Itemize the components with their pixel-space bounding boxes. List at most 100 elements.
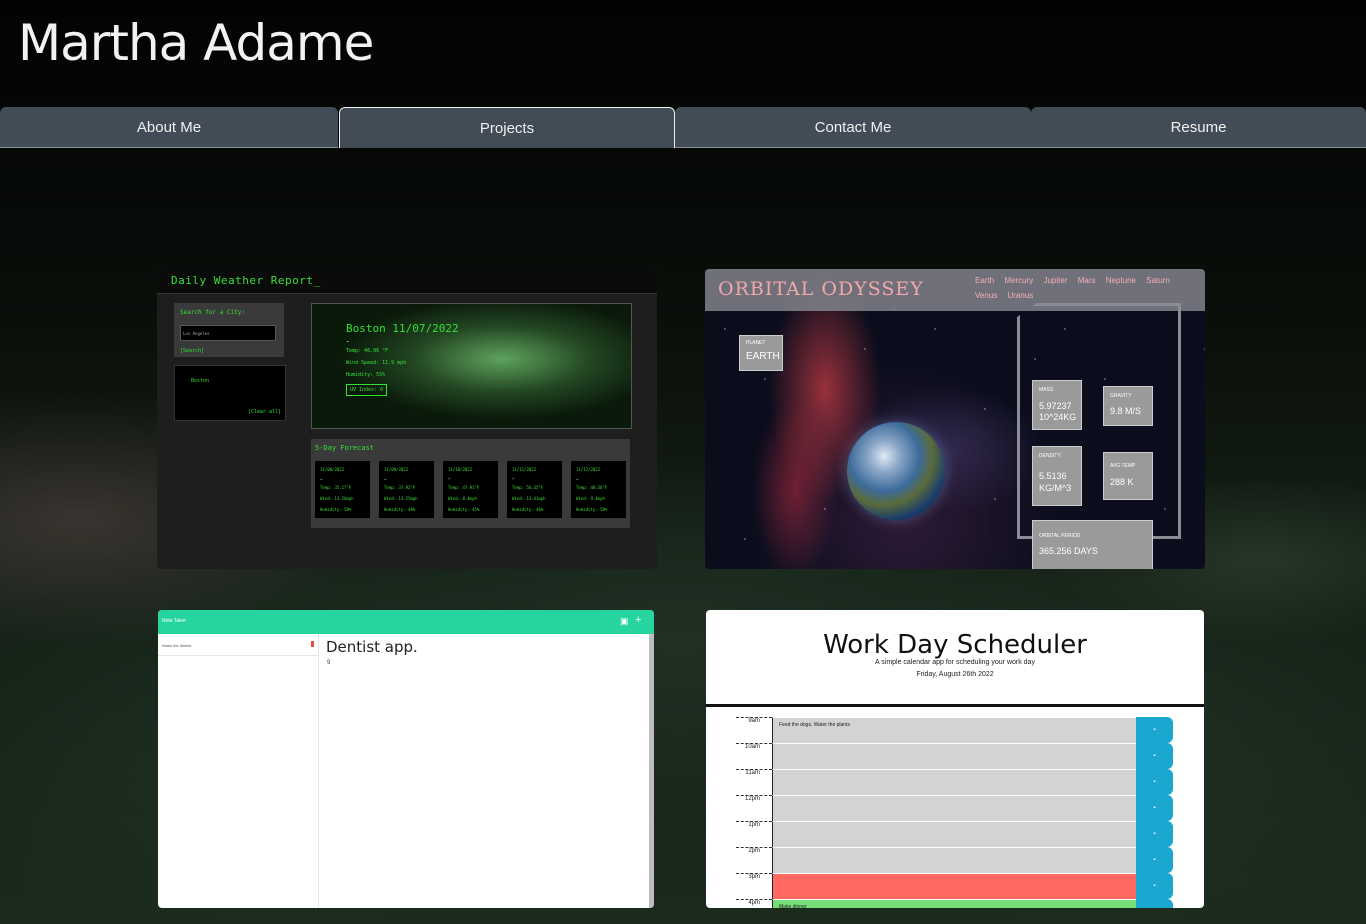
- note-body: 9: [327, 660, 331, 666]
- save-icon: ▪: [1136, 743, 1173, 769]
- weather-temp: Temp: 46.96 °F: [346, 348, 389, 354]
- orbital-nav-venus: Venus: [975, 291, 998, 300]
- sun-icon: ☀: [448, 476, 451, 481]
- weather-current-city: Boston 11/07/2022: [346, 322, 459, 335]
- save-icon: ▪: [1136, 899, 1173, 908]
- stat-value: 10^24KG: [1039, 412, 1077, 422]
- stat-value: 288 K: [1110, 477, 1134, 487]
- stat-label: AVG TEMP: [1110, 463, 1136, 469]
- save-icon: ▪: [1136, 717, 1173, 743]
- stat-label: ORBITAL PERIOD: [1039, 533, 1081, 539]
- project-notes-card[interactable]: Note Taker ▣ + Wash the dishes Dentist a…: [158, 610, 654, 908]
- weather-humidity: Humidity: 55%: [346, 372, 386, 378]
- tab-contact-me[interactable]: Contact Me: [675, 107, 1031, 148]
- weather-search-panel: Search for a City: Los Angeles [Search]: [174, 303, 284, 357]
- scheduler-hour: 3pm: [736, 873, 772, 899]
- tab-resume[interactable]: Resume: [1031, 107, 1366, 148]
- weather-history-city: Boston: [191, 378, 210, 384]
- orbital-planet-label: PLANET: [746, 340, 766, 346]
- notes-app-title: Note Taker: [162, 618, 187, 624]
- scheduler-hour: 2pm: [736, 847, 772, 873]
- scheduler-row: 10am ▪: [736, 743, 1173, 769]
- forecast-wind: Wind: 13.56mph: [320, 496, 354, 501]
- tab-projects[interactable]: Projects: [339, 107, 675, 148]
- trash-icon: [311, 641, 314, 647]
- weather-title: Daily Weather Report_: [171, 274, 321, 287]
- project-scheduler-card[interactable]: Work Day Scheduler A simple calendar app…: [706, 610, 1204, 908]
- forecast-day: 11/08/2022 ☁ Temp: 35.17°F Wind: 13.56mp…: [315, 461, 370, 518]
- orbital-nav-saturn: Saturn: [1146, 276, 1170, 285]
- scheduler-subtitle: A simple calendar app for scheduling you…: [875, 659, 1035, 666]
- forecast-humidity: Humidity: 48%: [384, 507, 416, 512]
- orbital-nav-mars: Mars: [1077, 276, 1096, 285]
- scheduler-event: [772, 769, 1136, 795]
- weather-forecast-panel: 5-Day Forecast 11/08/2022 ☁ Temp: 35.17°…: [311, 439, 630, 528]
- weather-wind: Wind Speed: 11.9 mph: [346, 360, 407, 366]
- plus-icon: +: [635, 614, 642, 626]
- scheduler-event: [772, 873, 1136, 899]
- notes-list-item-title: Wash the dishes: [162, 643, 192, 648]
- stat-value: KG/M^3: [1039, 483, 1072, 493]
- weather-search-input: Los Angeles: [180, 325, 276, 341]
- scheduler-event: [772, 847, 1136, 873]
- weather-forecast-title: 5-Day Forecast: [315, 444, 375, 452]
- tab-about-me[interactable]: About Me: [0, 107, 338, 148]
- scheduler-event: [772, 743, 1136, 769]
- stat-label: GRAVITY: [1110, 393, 1132, 399]
- scheduler-date: Friday, August 26th 2022: [916, 671, 994, 678]
- cloud-icon: ☁: [384, 476, 387, 481]
- orbital-nav-earth: Earth: [975, 276, 995, 285]
- forecast-date: 11/11/2022: [512, 467, 537, 472]
- forecast-day: 11/10/2022 ☀ Temp: 47.91°F Wind: 8.4mph …: [443, 461, 498, 518]
- sun-icon: ☀: [512, 476, 515, 481]
- note-title: Dentist app.: [326, 638, 418, 656]
- scheduler-hour: 1pm: [736, 821, 772, 847]
- forecast-day: 11/09/2022 ☁ Temp: 37.92°F Wind: 13.55mp…: [379, 461, 434, 518]
- scheduler-row: 2pm ▪: [736, 847, 1173, 873]
- scheduler-event: [772, 795, 1136, 821]
- earth-image: [847, 422, 945, 520]
- forecast-temp: Temp: 37.92°F: [384, 485, 416, 490]
- scheduler-hour: 9am: [736, 717, 772, 743]
- scheduler-row: 4pm Make dinner ▪: [736, 899, 1173, 908]
- scheduler-event: Feed the dogs, Water the plants: [772, 717, 1136, 743]
- save-icon: ▪: [1136, 847, 1173, 873]
- scheduler-hour: 10am: [736, 743, 772, 769]
- forecast-humidity: Humidity: 58%: [320, 507, 352, 512]
- stat-value: 5.5136: [1039, 471, 1067, 481]
- stat-value: 9.8 M/S: [1110, 406, 1142, 416]
- weather-search-label: Search for a City:: [180, 309, 246, 316]
- site-title: Martha Adame: [18, 14, 374, 72]
- weather-history-panel: Boston [Clear all]: [174, 365, 286, 421]
- notes-sidebar: Wash the dishes: [158, 634, 319, 908]
- orbital-nav-jupiter: Jupiter: [1043, 276, 1068, 285]
- weather-clear-button: [Clear all]: [247, 409, 281, 415]
- forecast-temp: Temp: 48.36°F: [576, 485, 608, 490]
- orbital-nav-mercury: Mercury: [1004, 276, 1034, 285]
- stat-value: 5.97237: [1039, 401, 1072, 411]
- orbital-title: ORBITAL ODYSSEY: [718, 278, 924, 300]
- forecast-wind: Wind: 9.4mph: [576, 496, 605, 501]
- save-icon: ▪: [1136, 795, 1173, 821]
- scheduler-event: Make dinner: [772, 899, 1136, 908]
- forecast-day: 11/11/2022 ☀ Temp: 56.35°F Wind: 13.41mp…: [507, 461, 562, 518]
- orbital-gravity-stat: GRAVITY 9.8 M/S: [1103, 386, 1153, 426]
- save-icon: ▪: [1136, 873, 1173, 899]
- scheduler-hour: 4pm: [736, 899, 772, 908]
- scheduler-hour: 11am: [736, 769, 772, 795]
- project-orbital-card[interactable]: ORBITAL ODYSSEY Earth Mercury Jupiter Ma…: [705, 269, 1205, 569]
- forecast-humidity: Humidity: 58%: [576, 507, 608, 512]
- forecast-date: 11/10/2022: [448, 467, 473, 472]
- orbital-planet-box: PLANET EARTH: [739, 335, 783, 371]
- forecast-date: 11/09/2022: [384, 467, 409, 472]
- orbital-nav-uranus: Uranus: [1007, 291, 1034, 300]
- project-weather-card[interactable]: Daily Weather Report_ Search for a City:…: [157, 269, 657, 569]
- forecast-day: 11/12/2022 ☁ Temp: 48.36°F Wind: 9.4mph …: [571, 461, 626, 518]
- scheduler-title: Work Day Scheduler: [823, 630, 1087, 660]
- save-icon: ▪: [1136, 769, 1173, 795]
- forecast-wind: Wind: 13.41mph: [512, 496, 546, 501]
- scheduler-row: 1pm ▪: [736, 821, 1173, 847]
- weather-header: Daily Weather Report_: [157, 269, 657, 294]
- scheduler-hour: 12pm: [736, 795, 772, 821]
- scheduler-row: 3pm ▪: [736, 873, 1173, 899]
